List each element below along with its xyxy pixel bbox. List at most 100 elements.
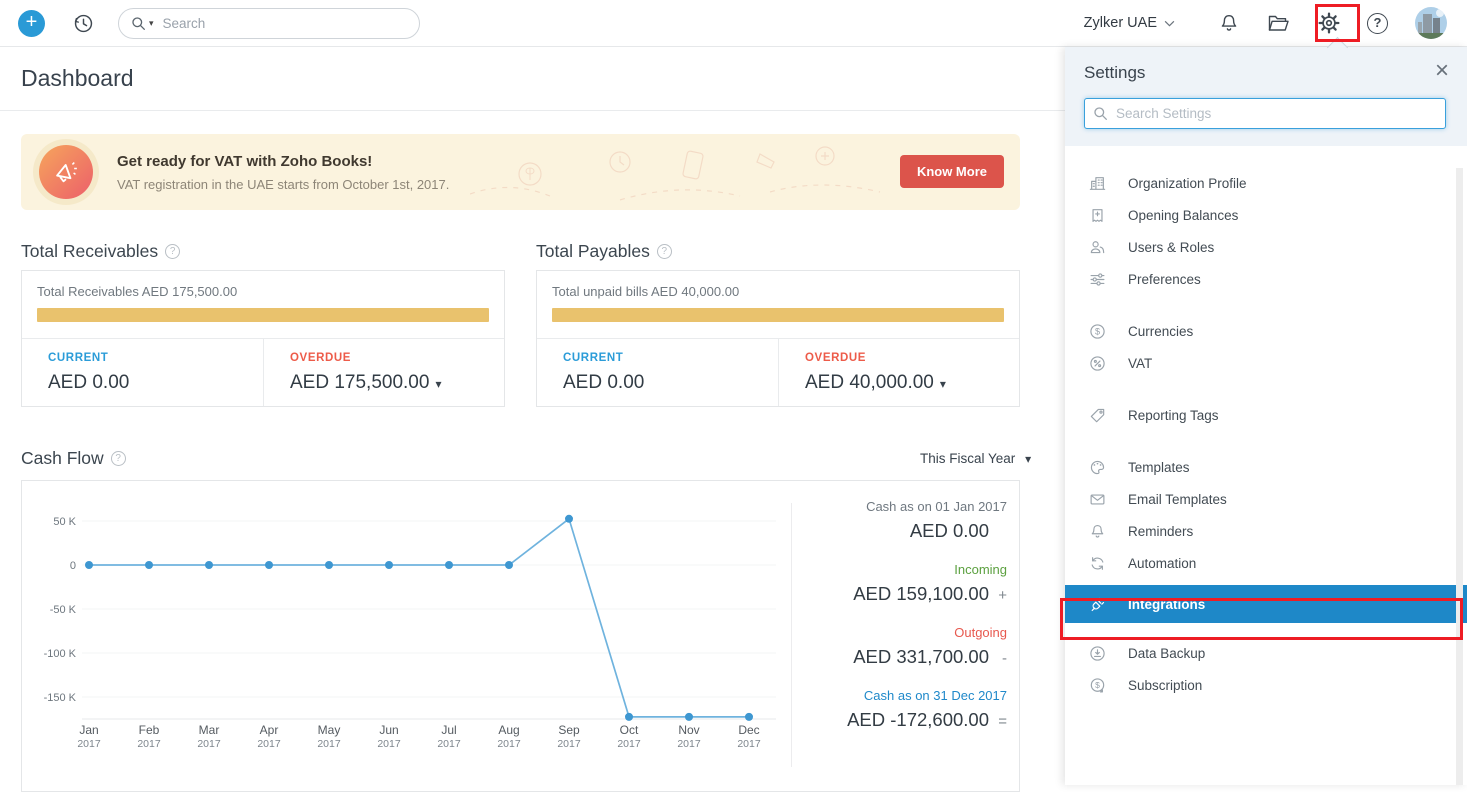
percent-icon — [1089, 355, 1106, 372]
settings-item-subscription[interactable]: $ Subscription — [1065, 669, 1467, 701]
receivables-current-value: AED 0.00 — [48, 372, 263, 394]
settings-item-data-backup[interactable]: Data Backup — [1065, 637, 1467, 669]
settings-title: Settings — [1084, 63, 1446, 83]
settings-item-label: VAT — [1128, 356, 1152, 371]
svg-text:$: $ — [1095, 326, 1100, 336]
svg-text:Jun: Jun — [379, 723, 398, 737]
svg-text:-50 K: -50 K — [50, 604, 77, 616]
tag-icon — [1089, 407, 1106, 424]
settings-search-input[interactable] — [1084, 98, 1446, 129]
receivables-overdue-dropdown-icon[interactable]: ▾ — [435, 377, 441, 391]
svg-text:Nov: Nov — [678, 723, 699, 737]
settings-item-integrations[interactable]: Integrations — [1065, 585, 1467, 623]
svg-text:2017: 2017 — [617, 738, 641, 750]
incoming-value: AED 159,100.00 — [853, 583, 989, 605]
svg-text:May: May — [318, 723, 341, 737]
payables-current-value: AED 0.00 — [563, 372, 778, 394]
svg-text:$: $ — [1095, 680, 1100, 690]
search-icon — [131, 16, 146, 31]
settings-item-automation[interactable]: Automation — [1065, 547, 1467, 579]
settings-list: Organization Profile Opening Balances Us… — [1065, 146, 1467, 701]
cashflow-help-icon[interactable]: ? — [111, 451, 126, 466]
settings-item-reminders[interactable]: Reminders — [1065, 515, 1467, 547]
settings-item-currencies[interactable]: $ Currencies — [1065, 315, 1467, 347]
plug-icon — [1089, 596, 1106, 613]
settings-item-label: Reporting Tags — [1128, 408, 1219, 423]
payables-card: Total unpaid bills AED 40,000.00 CURRENT… — [536, 270, 1020, 407]
settings-scrollbar[interactable] — [1456, 168, 1463, 785]
settings-item-email-templates[interactable]: Email Templates — [1065, 483, 1467, 515]
svg-text:Mar: Mar — [199, 723, 220, 737]
settings-item-vat[interactable]: VAT — [1065, 347, 1467, 379]
settings-search-icon — [1093, 106, 1108, 121]
settings-item-opening-balances[interactable]: Opening Balances — [1065, 199, 1467, 231]
search-scope-caret-icon[interactable]: ▾ — [149, 18, 154, 29]
notifications-button[interactable] — [1218, 12, 1240, 35]
cashflow-card: 50 K0-50 K-100 K-150 KJan2017Feb2017Mar2… — [21, 480, 1020, 792]
settings-item-preferences[interactable]: Preferences — [1065, 263, 1467, 295]
incoming-label: Incoming — [792, 562, 1007, 577]
recent-history-button[interactable] — [72, 12, 95, 35]
settings-item-users-roles[interactable]: Users & Roles — [1065, 231, 1467, 263]
svg-text:2017: 2017 — [437, 738, 461, 750]
closing-cash-label: Cash as on 31 Dec 2017 — [792, 688, 1007, 703]
settings-panel: Settings × Organization Profile Opening … — [1065, 47, 1467, 785]
svg-text:Aug: Aug — [498, 723, 519, 737]
svg-text:2017: 2017 — [737, 738, 761, 750]
org-name: Zylker UAE — [1084, 15, 1157, 31]
fiscal-year-filter[interactable]: This Fiscal Year ▾ — [920, 451, 1031, 466]
quick-create-button[interactable]: + — [18, 10, 45, 37]
documents-button[interactable] — [1267, 12, 1291, 34]
page-title: Dashboard — [21, 65, 134, 92]
vat-banner: Get ready for VAT with Zoho Books! VAT r… — [21, 134, 1020, 210]
svg-text:Jan: Jan — [79, 723, 98, 737]
megaphone-icon — [39, 145, 93, 199]
outgoing-value: AED 331,700.00 — [853, 646, 989, 668]
outgoing-label: Outgoing — [792, 625, 1007, 640]
payables-title-text: Total Payables — [536, 241, 650, 262]
fiscal-year-label: This Fiscal Year — [920, 451, 1015, 466]
cashflow-chart[interactable]: 50 K0-50 K-100 K-150 KJan2017Feb2017Mar2… — [24, 481, 790, 767]
payables-current-label: CURRENT — [563, 352, 778, 364]
global-search-input[interactable]: ▾ Search — [118, 8, 420, 39]
svg-text:Jul: Jul — [441, 723, 456, 737]
close-icon[interactable]: × — [1435, 57, 1449, 85]
closing-cash-value: AED -172,600.00 — [847, 709, 989, 731]
settings-item-reporting-tags[interactable]: Reporting Tags — [1065, 399, 1467, 431]
opening-cash-label: Cash as on 01 Jan 2017 — [792, 499, 1007, 514]
settings-button[interactable] — [1318, 12, 1340, 34]
envelope-icon — [1089, 491, 1106, 508]
topbar: + ▾ Search Zylker UAE — [0, 0, 1467, 47]
settings-item-organization-profile[interactable]: Organization Profile — [1065, 167, 1467, 199]
svg-text:-150 K: -150 K — [44, 692, 77, 704]
settings-item-label: Subscription — [1128, 678, 1202, 693]
payables-progress-bar — [552, 308, 1004, 322]
receivables-overdue-label: OVERDUE — [290, 352, 504, 364]
help-icon: ? — [1367, 13, 1388, 34]
backup-icon — [1089, 645, 1106, 662]
payables-help-icon[interactable]: ? — [657, 244, 672, 259]
bell-outline-icon — [1089, 523, 1106, 540]
help-button[interactable]: ? — [1367, 13, 1388, 34]
avatar-image — [1415, 7, 1447, 39]
settings-item-label: Templates — [1128, 460, 1190, 475]
svg-text:2017: 2017 — [137, 738, 161, 750]
svg-text:Oct: Oct — [620, 723, 639, 737]
payables-overdue-dropdown-icon[interactable]: ▾ — [940, 377, 946, 391]
payables-section-title: Total Payables ? — [536, 241, 672, 262]
receivables-help-icon[interactable]: ? — [165, 244, 180, 259]
svg-text:Sep: Sep — [558, 723, 580, 737]
equals-op: = — [989, 713, 1007, 730]
know-more-button[interactable]: Know More — [900, 155, 1004, 188]
receivables-overdue-value: AED 175,500.00 — [290, 372, 429, 393]
users-icon — [1089, 239, 1106, 256]
receivables-title-text: Total Receivables — [21, 241, 158, 262]
settings-item-templates[interactable]: Templates — [1065, 451, 1467, 483]
receivables-current-label: CURRENT — [48, 352, 263, 364]
user-avatar[interactable] — [1415, 7, 1447, 39]
building-icon — [1089, 175, 1106, 192]
receivables-section-title: Total Receivables ? — [21, 241, 180, 262]
settings-item-label: Integrations — [1128, 597, 1205, 612]
svg-text:Apr: Apr — [260, 723, 279, 737]
org-switcher[interactable]: Zylker UAE — [1084, 15, 1175, 31]
